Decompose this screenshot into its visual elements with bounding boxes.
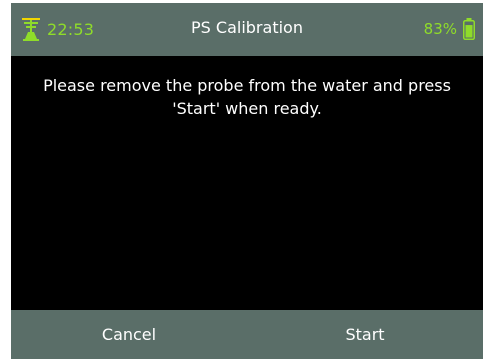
battery-fill [465,25,473,38]
page-title: PS Calibration [191,18,303,37]
instruction-message: Please remove the probe from the water a… [43,76,451,118]
status-bar: 22:53 PS Calibration 83% [11,3,483,56]
status-right: 83% [424,17,475,41]
start-button[interactable]: Start [247,310,483,359]
battery-percentage: 83% [423,20,457,38]
calibration-screen: 22:53 PS Calibration 83% Please remove t… [11,3,483,359]
cancel-button[interactable]: Cancel [11,310,247,359]
content-area: Please remove the probe from the water a… [11,56,483,310]
footer-bar: Cancel Start [11,310,483,359]
battery-icon [463,18,475,40]
